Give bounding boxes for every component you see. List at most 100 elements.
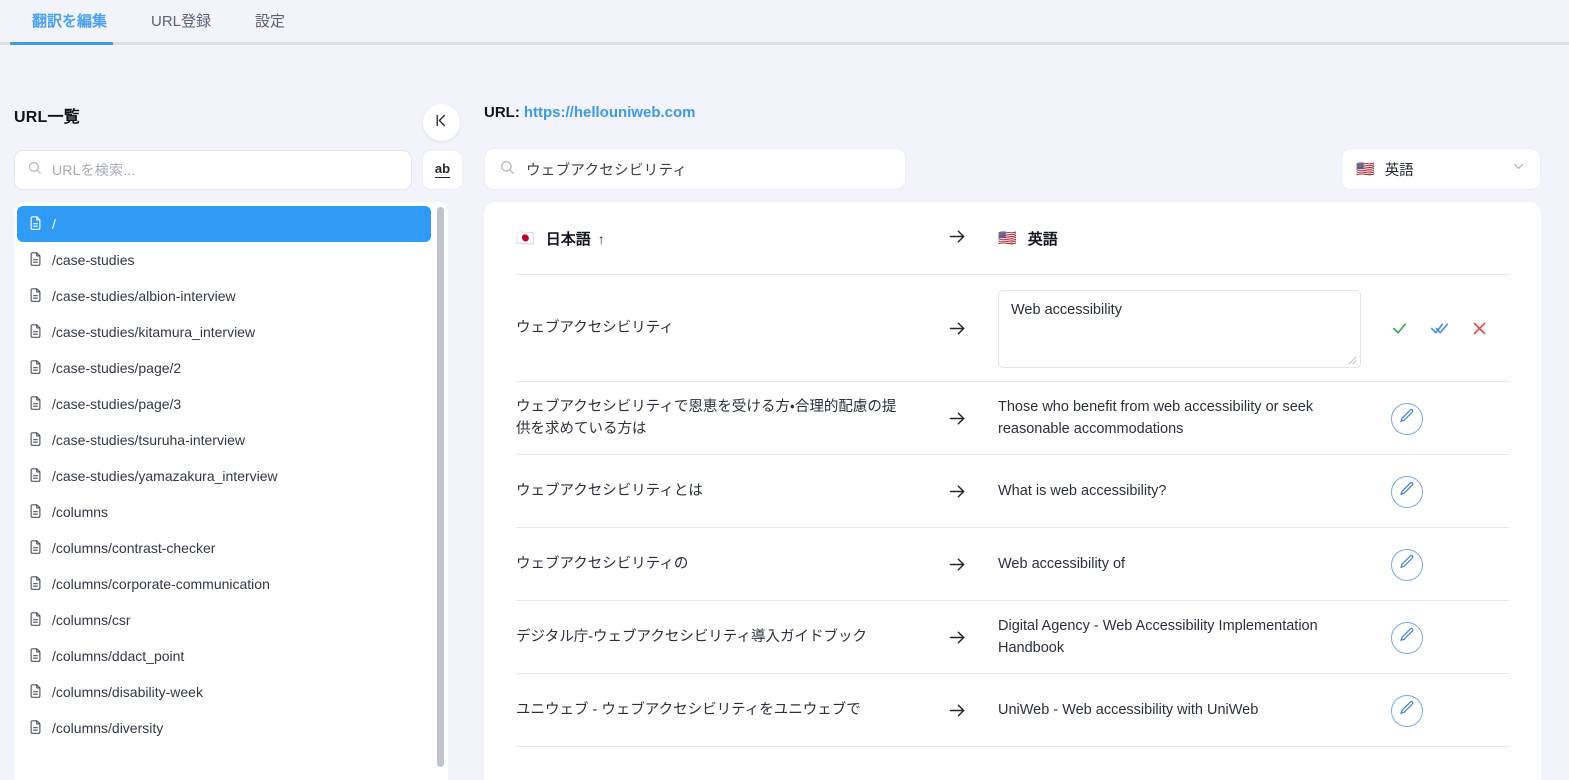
sidebar-title: URL一覧 <box>14 103 80 127</box>
document-icon <box>28 683 43 702</box>
source-language-label: 日本語 <box>546 228 591 249</box>
translation-row: ウェブアクセシビリティのWeb accessibility of <box>484 528 1541 601</box>
row-actions <box>1391 695 1541 727</box>
url-list-item-label: /case-studies/page/2 <box>52 360 181 376</box>
translate-ab-button[interactable]: ab <box>422 150 463 190</box>
url-list-item[interactable]: /columns/ddact_point <box>17 638 431 674</box>
arrow-right-icon <box>947 226 968 252</box>
url-list-scrollbar-thumb[interactable] <box>437 207 444 767</box>
search-icon <box>499 159 515 180</box>
target-language-label: 英語 <box>1385 159 1414 180</box>
translation-row: ウェブアクセシビリティとは What is web accessibility? <box>484 455 1541 528</box>
url-list-item[interactable]: /columns/disability-week <box>17 674 431 710</box>
document-icon <box>28 323 43 342</box>
url-list-item[interactable]: /columns/contrast-checker <box>17 530 431 566</box>
url-list-item[interactable]: /case-studies/yamazakura_interview <box>17 458 431 494</box>
arrow-right-icon <box>916 318 998 339</box>
edit-translation-button[interactable] <box>1391 622 1423 654</box>
url-list-container: / /case-studies/case-studies/albion-inter… <box>14 202 448 780</box>
url-list-item[interactable]: /columns/csr <box>17 602 431 638</box>
cancel-close-icon[interactable] <box>1471 320 1488 337</box>
document-icon <box>28 215 43 234</box>
sort-ascending-icon[interactable]: ↑ <box>598 231 605 247</box>
pencil-icon <box>1399 554 1415 575</box>
target-text: Digital Agency - Web Accessibility Imple… <box>998 616 1391 658</box>
tab-settings[interactable]: 設定 <box>233 0 307 42</box>
target-edit-cell: Web accessibility <box>998 290 1541 368</box>
arrow-right-icon <box>916 700 998 721</box>
pencil-icon <box>1399 408 1415 429</box>
document-icon <box>28 575 43 594</box>
edit-translation-button[interactable] <box>1391 695 1423 727</box>
url-search-input[interactable]: URLを検索... <box>14 150 412 190</box>
url-list-item-label: / <box>52 216 56 232</box>
url-list-item-label: /columns/ddact_point <box>52 648 184 664</box>
tab-url-registration[interactable]: URL登録 <box>129 0 233 42</box>
document-icon <box>28 467 43 486</box>
url-list-item-label: /columns <box>52 504 108 520</box>
url-list-item[interactable]: /columns <box>17 494 431 530</box>
document-icon <box>28 539 43 558</box>
translation-search-input[interactable]: ウェブアクセシビリティ <box>484 148 906 190</box>
url-search-placeholder: URLを検索... <box>52 160 135 180</box>
url-list: / /case-studies/case-studies/albion-inter… <box>14 202 434 780</box>
row-divider <box>516 746 1509 747</box>
source-text: ウェブアクセシビリティ <box>516 318 916 339</box>
url-list-item[interactable]: /columns/corporate-communication <box>17 566 431 602</box>
translation-edit-value: Web accessibility <box>1011 302 1122 318</box>
document-icon <box>28 359 43 378</box>
arrow-right-icon <box>916 481 998 502</box>
table-header-row: 🇯🇵 日本語 ↑ 🇺🇸 英語 <box>484 202 1541 275</box>
edit-translation-button[interactable] <box>1391 476 1423 508</box>
pencil-icon <box>1399 700 1415 721</box>
confirm-check-icon[interactable] <box>1391 320 1408 337</box>
document-icon <box>28 611 43 630</box>
url-list-item-label: /case-studies/yamazakura_interview <box>52 468 278 484</box>
collapse-sidebar-button[interactable] <box>423 104 460 141</box>
source-language-header[interactable]: 🇯🇵 日本語 ↑ <box>516 228 916 249</box>
translation-row: ウェブアクセシビリティ Web accessibility <box>484 275 1541 382</box>
row-actions <box>1391 622 1541 654</box>
ab-icon: ab <box>435 162 450 178</box>
document-icon <box>28 287 43 306</box>
url-list-item-label: /columns/corporate-communication <box>52 576 270 592</box>
url-list-item[interactable]: /case-studies/albion-interview <box>17 278 431 314</box>
url-list-item-label: /case-studies/page/3 <box>52 396 181 412</box>
us-flag-icon: 🇺🇸 <box>1356 162 1375 177</box>
url-list-scrollbar[interactable] <box>434 202 447 780</box>
chevron-down-icon <box>1511 159 1526 179</box>
url-list-item-label: /columns/diversity <box>52 720 163 736</box>
translation-row: ウェブアクセシビリティで恩恵を受ける方・合理的配慮の提供を求めている方はThos… <box>484 382 1541 455</box>
document-icon <box>28 431 43 450</box>
url-list-item[interactable]: /case-studies/page/3 <box>17 386 431 422</box>
url-list-item[interactable]: /case-studies <box>17 242 431 278</box>
translation-edit-textarea[interactable]: Web accessibility <box>998 290 1361 368</box>
target-text: What is web accessibility? <box>998 481 1391 502</box>
url-list-item-label: /case-studies/kitamura_interview <box>52 324 255 340</box>
current-url-display: URL:https://hellouniweb.com <box>484 104 696 121</box>
us-flag-icon: 🇺🇸 <box>998 231 1017 246</box>
pencil-icon <box>1399 481 1415 502</box>
edit-translation-button[interactable] <box>1391 403 1423 435</box>
url-list-item[interactable]: /case-studies/kitamura_interview <box>17 314 431 350</box>
collapse-panel-icon <box>433 112 450 134</box>
target-language-label: 英語 <box>1028 228 1058 249</box>
url-list-item[interactable]: /columns/diversity <box>17 710 431 746</box>
url-list-item[interactable]: / <box>17 206 431 242</box>
edit-translation-button[interactable] <box>1391 549 1423 581</box>
arrow-right-icon <box>916 408 998 429</box>
tab-edit-translations[interactable]: 翻訳を編集 <box>10 0 129 42</box>
document-icon <box>28 395 43 414</box>
document-icon <box>28 503 43 522</box>
source-text: ユニウェブ - ウェブアクセシビリティをユニウェブで <box>516 700 916 721</box>
source-text: ウェブアクセシビリティとは <box>516 481 916 502</box>
target-language-select[interactable]: 🇺🇸 英語 <box>1341 148 1541 190</box>
url-link[interactable]: https://hellouniweb.com <box>524 104 696 121</box>
url-list-item[interactable]: /case-studies/page/2 <box>17 350 431 386</box>
confirm-all-double-check-icon[interactable] <box>1430 320 1449 337</box>
source-text: デジタル庁-ウェブアクセシビリティ導入ガイドブック <box>516 627 916 648</box>
search-icon <box>27 160 42 180</box>
url-list-item[interactable]: /case-studies/tsuruha-interview <box>17 422 431 458</box>
target-text: Web accessibility of <box>998 554 1391 575</box>
translation-row: ユニウェブ - ウェブアクセシビリティをユニウェブでUniWeb - Web a… <box>484 674 1541 747</box>
